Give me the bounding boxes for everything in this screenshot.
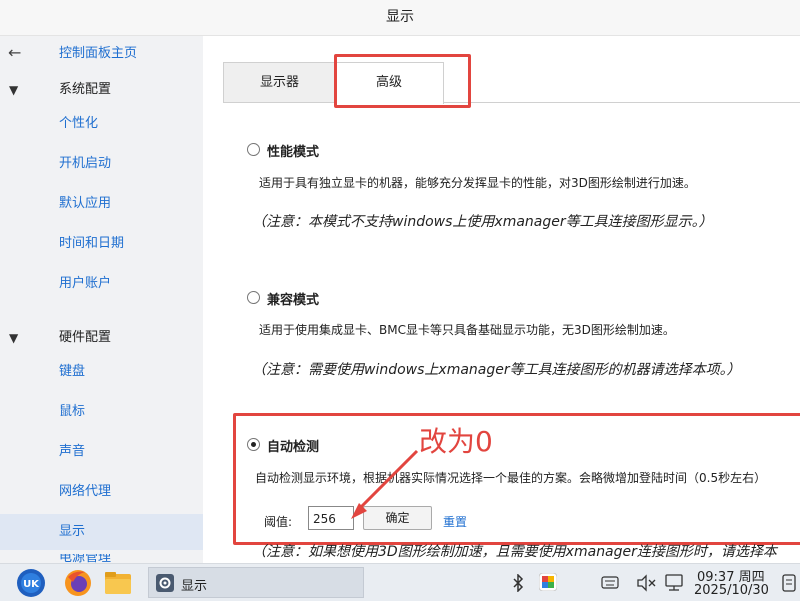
sidebar-back-button[interactable]: ← 控制面板主页 (0, 36, 203, 72)
taskbar-app-display[interactable]: 显示 (148, 567, 364, 598)
sidebar-item-label[interactable]: 用户账户 (59, 266, 111, 302)
clock-date[interactable]: 2025/10/30 (694, 583, 769, 598)
sidebar-item-default-apps[interactable]: 默认应用 (0, 186, 203, 222)
sidebar-item-datetime[interactable]: 时间和日期 (0, 226, 203, 262)
sidebar-item-power[interactable]: 电源管理 (0, 554, 203, 563)
sidebar-item-label[interactable]: 个性化 (59, 106, 98, 142)
sidebar-section-hardware[interactable]: ▼ 硬件配置 (0, 320, 203, 356)
option-title: 兼容模式 (267, 293, 320, 308)
option-note: （注意：如果想使用3D图形绘制加速，且需要使用xmanager连接图形时，请选择… (252, 544, 777, 560)
sidebar-item-sound[interactable]: 声音 (0, 434, 203, 470)
sidebar-item-label[interactable]: 电源管理 (59, 554, 111, 563)
sidebar-item-label[interactable]: 默认应用 (59, 186, 111, 222)
sidebar-item-startup[interactable]: 开机启动 (0, 146, 203, 182)
sidebar-item-label[interactable]: 显示 (59, 514, 85, 550)
network-icon[interactable] (664, 573, 684, 593)
volume-muted-icon[interactable] (636, 574, 656, 592)
keyboard-icon[interactable] (601, 576, 619, 590)
sidebar-item-label[interactable]: 开机启动 (59, 146, 111, 182)
sidebar-item-label[interactable]: 网络代理 (59, 474, 111, 510)
settings-gear-icon (156, 574, 174, 592)
sidebar-item-label[interactable]: 键盘 (59, 354, 85, 390)
sidebar-back-label[interactable]: 控制面板主页 (59, 36, 137, 72)
tab-monitor[interactable]: 显示器 (223, 62, 336, 102)
tab-label: 显示器 (259, 75, 299, 90)
sidebar-item-display[interactable]: 显示 (0, 514, 203, 550)
sidebar-section-label: 系统配置 (59, 82, 112, 97)
option-note: （注意：本模式不支持windows上使用xmanager等工具连接图形显示。） (252, 214, 713, 230)
highlight-box-tab (334, 54, 471, 108)
radio-compat-mode[interactable] (247, 291, 260, 304)
sidebar-section-system[interactable]: ▼ 系统配置 (0, 72, 203, 108)
sidebar-item-label[interactable]: 声音 (59, 434, 85, 470)
sidebar-item-user-accounts[interactable]: 用户账户 (0, 266, 203, 302)
annotation-arrow (351, 449, 419, 519)
taskbar-app-label: 显示 (181, 579, 208, 594)
notification-icon[interactable] (781, 574, 797, 592)
option-title: 性能模式 (267, 145, 320, 160)
firefox-icon[interactable] (63, 568, 93, 598)
option-description: 适用于使用集成显卡、BMC显卡等只具备基础显示功能，无3D图形绘制加速。 (259, 323, 675, 337)
file-manager-icon[interactable] (103, 570, 133, 596)
radio-performance-mode[interactable] (247, 143, 260, 156)
collapse-triangle-icon[interactable]: ▼ (9, 72, 18, 108)
collapse-triangle-icon[interactable]: ▼ (9, 320, 18, 356)
bluetooth-icon[interactable] (511, 574, 525, 592)
tab-bar: 显示器 高级 (223, 62, 800, 104)
window-title: 显示 (386, 9, 414, 25)
start-menu-icon[interactable]: UK (16, 568, 46, 598)
option-description: 适用于具有独立显卡的机器，能够充分发挥显卡的性能，对3D图形绘制进行加速。 (259, 176, 696, 190)
sidebar-section-label: 硬件配置 (59, 330, 112, 345)
option-note: （注意：需要使用windows上xmanager等工具连接图形的机器请选择本项。… (252, 362, 741, 378)
sidebar-item-network-proxy[interactable]: 网络代理 (0, 474, 203, 510)
window-title-bar: 显示 (0, 0, 800, 36)
kylin-app-icon[interactable] (539, 573, 557, 591)
sidebar: ← 控制面板主页 ▼ 系统配置 个性化 开机启动 默认应用 时间和日期 用户账户… (0, 36, 203, 563)
highlight-box-auto (233, 413, 800, 545)
back-arrow-icon: ← (8, 43, 22, 62)
sidebar-item-keyboard[interactable]: 键盘 (0, 354, 203, 390)
sidebar-item-mouse[interactable]: 鼠标 (0, 394, 203, 430)
sidebar-item-label[interactable]: 时间和日期 (59, 226, 124, 262)
main-panel: 显示器 高级 性能模式 适用于具有独立显卡的机器，能够充分发挥显卡的性能，对3D… (203, 36, 800, 563)
sidebar-item-label[interactable]: 鼠标 (59, 394, 85, 430)
sidebar-item-personalize[interactable]: 个性化 (0, 106, 203, 142)
taskbar: UK 显示 09:37 周四 2025/10/30 (0, 563, 800, 601)
svg-text:UK: UK (23, 579, 40, 590)
